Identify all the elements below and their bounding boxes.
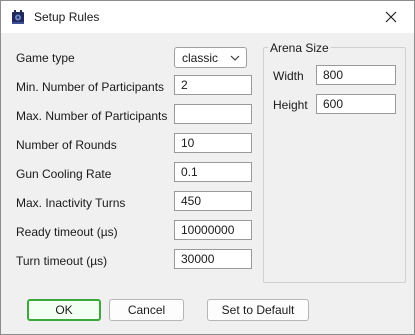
max-participants-label: Max. Number of Participants (16, 109, 168, 123)
arena-width-label: Width (273, 69, 304, 83)
number-of-rounds-field[interactable]: 10 (174, 133, 252, 153)
ok-button[interactable]: OK (27, 299, 101, 321)
arena-size-legend: Arena Size (268, 41, 331, 55)
number-of-rounds-label: Number of Rounds (16, 138, 117, 152)
game-type-value: classic (182, 51, 219, 65)
min-participants-field[interactable]: 2 (174, 75, 252, 95)
arena-height-field[interactable]: 600 (316, 94, 396, 114)
ready-timeout-field[interactable]: 10000000 (174, 220, 252, 240)
title-bar: Setup Rules (1, 1, 414, 33)
game-type-select[interactable]: classic (174, 47, 247, 68)
window-title: Setup Rules (34, 10, 100, 24)
turn-timeout-label: Turn timeout (µs) (16, 254, 108, 268)
cancel-button[interactable]: Cancel (109, 299, 184, 321)
close-icon (385, 11, 397, 23)
max-participants-field[interactable] (174, 104, 252, 124)
max-inactivity-turns-field[interactable]: 450 (174, 191, 252, 211)
set-to-default-button[interactable]: Set to Default (207, 299, 309, 321)
arena-height-label: Height (273, 98, 308, 112)
close-button[interactable] (368, 1, 414, 33)
turn-timeout-field[interactable]: 30000 (174, 249, 252, 269)
ready-timeout-label: Ready timeout (µs) (16, 225, 118, 239)
game-type-label: Game type (16, 51, 75, 65)
chevron-down-icon (230, 55, 240, 61)
gun-cooling-rate-label: Gun Cooling Rate (16, 167, 112, 181)
min-participants-label: Min. Number of Participants (16, 80, 165, 94)
tank-icon (12, 10, 24, 24)
max-inactivity-turns-label: Max. Inactivity Turns (16, 196, 126, 210)
gun-cooling-rate-field[interactable]: 0.1 (174, 162, 252, 182)
setup-rules-dialog: Setup Rules Game type classic Min. Numbe… (0, 0, 415, 335)
arena-width-field[interactable]: 800 (316, 65, 396, 85)
